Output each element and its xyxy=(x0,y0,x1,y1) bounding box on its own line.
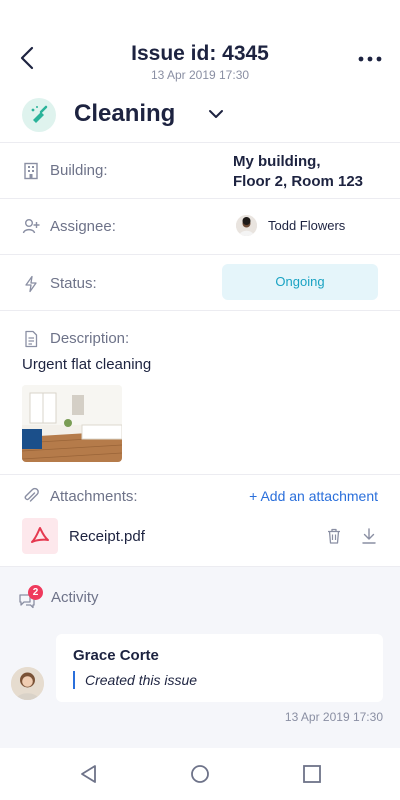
trash-icon xyxy=(328,528,340,544)
building-value-line2: Floor 2, Room 123 xyxy=(233,173,364,190)
comment-card: Grace Corte Created this issue xyxy=(56,634,383,702)
add-attachment-link[interactable]: + Add an attachment xyxy=(249,488,378,504)
activity-label: Activity xyxy=(51,589,99,606)
description-text: Urgent flat cleaning xyxy=(22,356,152,373)
category-label: Cleaning xyxy=(74,100,176,127)
description-label: Description: xyxy=(50,330,130,347)
system-navigation-bar xyxy=(0,748,400,800)
circle-home-icon xyxy=(191,765,209,783)
category-selector[interactable]: Cleaning xyxy=(22,96,382,136)
comment-timestamp: 13 Apr 2019 17:30 xyxy=(284,710,383,724)
nav-back-button[interactable] xyxy=(78,763,100,785)
comment-author: Grace Corte xyxy=(73,647,159,664)
description-photo-thumbnail[interactable] xyxy=(22,385,122,462)
header: Issue id: 4345 13 Apr 2019 17:30 xyxy=(0,0,400,90)
more-options-button[interactable] xyxy=(356,50,384,68)
document-icon xyxy=(25,330,38,348)
status-label: Status: xyxy=(50,275,97,292)
activity-count-badge: 2 xyxy=(28,585,43,600)
building-icon xyxy=(24,162,38,180)
download-attachment-button[interactable] xyxy=(360,527,378,545)
triangle-back-icon xyxy=(81,765,96,783)
nav-home-button[interactable] xyxy=(189,763,211,785)
building-value: My building, Floor 2, Room 123 xyxy=(233,152,363,192)
assignee-label: Assignee: xyxy=(50,218,116,235)
paperclip-icon xyxy=(24,487,39,502)
cleaning-brush-icon xyxy=(22,98,56,132)
comment-author-avatar xyxy=(11,667,44,700)
pdf-icon xyxy=(22,518,58,554)
bolt-icon xyxy=(25,275,37,293)
more-dots-icon xyxy=(358,56,382,62)
activity-section: 2 Activity Grace Corte Created this issu… xyxy=(0,566,400,748)
attachment-file-name[interactable]: Receipt.pdf xyxy=(69,528,145,545)
page-title: Issue id: 4345 xyxy=(131,42,269,65)
page-subtitle-date: 13 Apr 2019 17:30 xyxy=(150,68,250,82)
assignee-name: Todd Flowers xyxy=(268,218,346,233)
comment-text: Created this issue xyxy=(85,672,198,688)
status-badge[interactable]: Ongoing xyxy=(222,264,378,300)
download-icon xyxy=(362,528,376,544)
building-label: Building: xyxy=(50,162,108,179)
chevron-down-icon[interactable] xyxy=(206,106,226,122)
attachments-label: Attachments: xyxy=(50,488,138,505)
building-value-line1: My building, xyxy=(233,153,321,170)
assignee-avatar xyxy=(236,215,257,236)
person-add-icon xyxy=(22,219,40,234)
square-recents-icon xyxy=(303,765,321,783)
nav-recents-button[interactable] xyxy=(301,763,323,785)
comment-quote-bar xyxy=(73,671,75,689)
delete-attachment-button[interactable] xyxy=(325,527,343,545)
